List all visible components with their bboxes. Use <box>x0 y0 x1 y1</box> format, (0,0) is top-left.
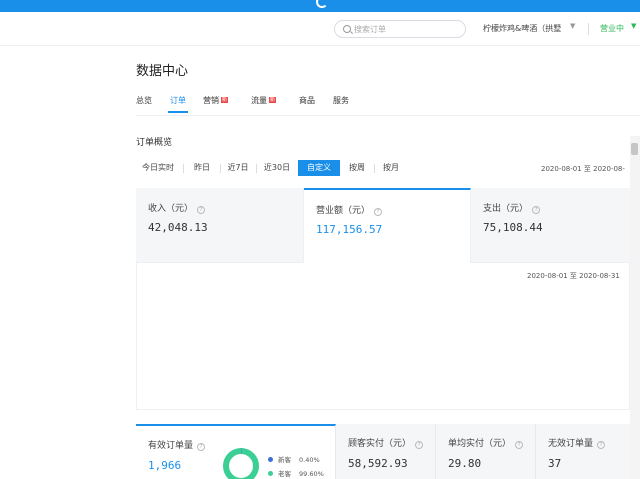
tab-divider <box>136 115 640 116</box>
info-icon[interactable]: ? <box>515 441 524 449</box>
legend-dot <box>268 457 273 462</box>
metric-label: 支出（元）? <box>483 201 541 214</box>
scrollbar-track[interactable] <box>630 136 640 479</box>
filter-separator <box>220 164 221 173</box>
metric-value: 42,048.13 <box>148 221 208 234</box>
filter-by-month[interactable]: 按月 <box>378 160 404 176</box>
metric-invalid-orders[interactable]: 无效订单量? 37 <box>536 424 630 479</box>
info-icon[interactable]: ? <box>597 441 606 449</box>
metric-income[interactable]: 收入（元）? 42,048.13 <box>136 188 304 263</box>
tab-label: 总览 <box>136 96 152 105</box>
metric-value: 75,108.44 <box>483 221 543 234</box>
tab-label: 商品 <box>299 96 315 105</box>
info-icon[interactable]: ? <box>415 441 424 449</box>
metric-value: 29.80 <box>448 457 482 470</box>
top-brand-bar <box>0 0 640 12</box>
metric-label: 无效订单量? <box>548 436 606 449</box>
section-title: 订单概览 <box>136 138 173 148</box>
filter-separator <box>374 164 375 173</box>
filter-separator <box>183 164 184 173</box>
search-icon <box>343 25 351 33</box>
metric-expense[interactable]: 支出（元）? 75,108.44 <box>471 188 630 263</box>
tab-label: 订单 <box>170 96 186 105</box>
chart-date-range: 2020-08-01 至 2020-08-31 <box>527 272 620 280</box>
info-icon[interactable]: ? <box>374 208 383 216</box>
filter-by-week[interactable]: 按周 <box>344 160 370 176</box>
legend-dot <box>268 471 273 476</box>
tab-products[interactable]: 商品 <box>299 95 315 115</box>
metric-label: 收入（元）? <box>148 201 206 214</box>
header-bar: 柠檬炸鸡&啤酒（拱墅 ▼ 营业中 ▼ <box>0 12 640 46</box>
metric-label: 有效订单量? <box>148 438 206 451</box>
date-range-label: 2020-08-01 至 2020-08- <box>541 165 625 173</box>
new-badge: 新 <box>269 97 277 103</box>
metric-turnover[interactable]: 营业额（元）? 117,156.57 <box>304 188 471 263</box>
caret-down-icon[interactable]: ▼ <box>631 22 636 30</box>
info-icon[interactable]: ? <box>532 206 541 214</box>
metric-customer-paid[interactable]: 顾客实付（元）? 58,592.93 <box>336 424 436 479</box>
shop-selector[interactable]: 柠檬炸鸡&啤酒（拱墅 <box>483 23 561 34</box>
customer-donut-chart <box>223 448 259 479</box>
filter-7days[interactable]: 近7日 <box>224 160 252 176</box>
header-divider <box>588 23 589 35</box>
metric-value: 58,592.93 <box>348 457 408 470</box>
metric-label: 顾客实付（元）? <box>348 436 424 449</box>
legend-new-customers: 新客 0.40% <box>268 454 320 464</box>
info-icon[interactable]: ? <box>197 206 206 214</box>
metric-value: 37 <box>548 457 562 470</box>
tab-marketing[interactable]: 营销新 <box>203 95 229 115</box>
scrollbar-thumb[interactable] <box>631 143 638 155</box>
new-badge: 新 <box>221 97 229 103</box>
search-box[interactable] <box>334 20 466 38</box>
metric-label: 单均实付（元）? <box>448 436 524 449</box>
tab-traffic[interactable]: 流量新 <box>251 95 277 115</box>
filter-yesterday[interactable]: 昨日 <box>188 160 216 176</box>
donut-slice-returning <box>223 448 259 479</box>
filter-custom[interactable]: 自定义 <box>298 160 340 176</box>
tab-orders[interactable]: 订单 <box>168 95 188 115</box>
info-icon[interactable]: ? <box>197 443 206 451</box>
legend-returning-customers: 老客 99.60% <box>268 468 324 478</box>
metric-value: 117,156.57 <box>316 223 383 236</box>
app-logo-icon <box>316 0 328 8</box>
tab-label: 营销 <box>203 96 219 105</box>
business-status[interactable]: 营业中 <box>600 23 624 34</box>
filter-30days[interactable]: 近30日 <box>260 160 294 176</box>
caret-down-icon[interactable]: ▼ <box>570 22 575 30</box>
filter-today[interactable]: 今日实时 <box>136 160 180 176</box>
tab-overview[interactable]: 总览 <box>136 95 152 115</box>
metric-avg-paid[interactable]: 单均实付（元）? 29.80 <box>436 424 536 479</box>
tab-service[interactable]: 服务 <box>333 95 349 115</box>
metric-label: 营业额（元）? <box>316 203 383 216</box>
tab-label: 流量 <box>251 96 267 105</box>
metric-value: 1,966 <box>148 459 182 472</box>
filter-separator <box>256 164 257 173</box>
tab-label: 服务 <box>333 96 349 105</box>
page-title: 数据中心 <box>136 64 189 79</box>
search-input[interactable] <box>354 23 459 35</box>
